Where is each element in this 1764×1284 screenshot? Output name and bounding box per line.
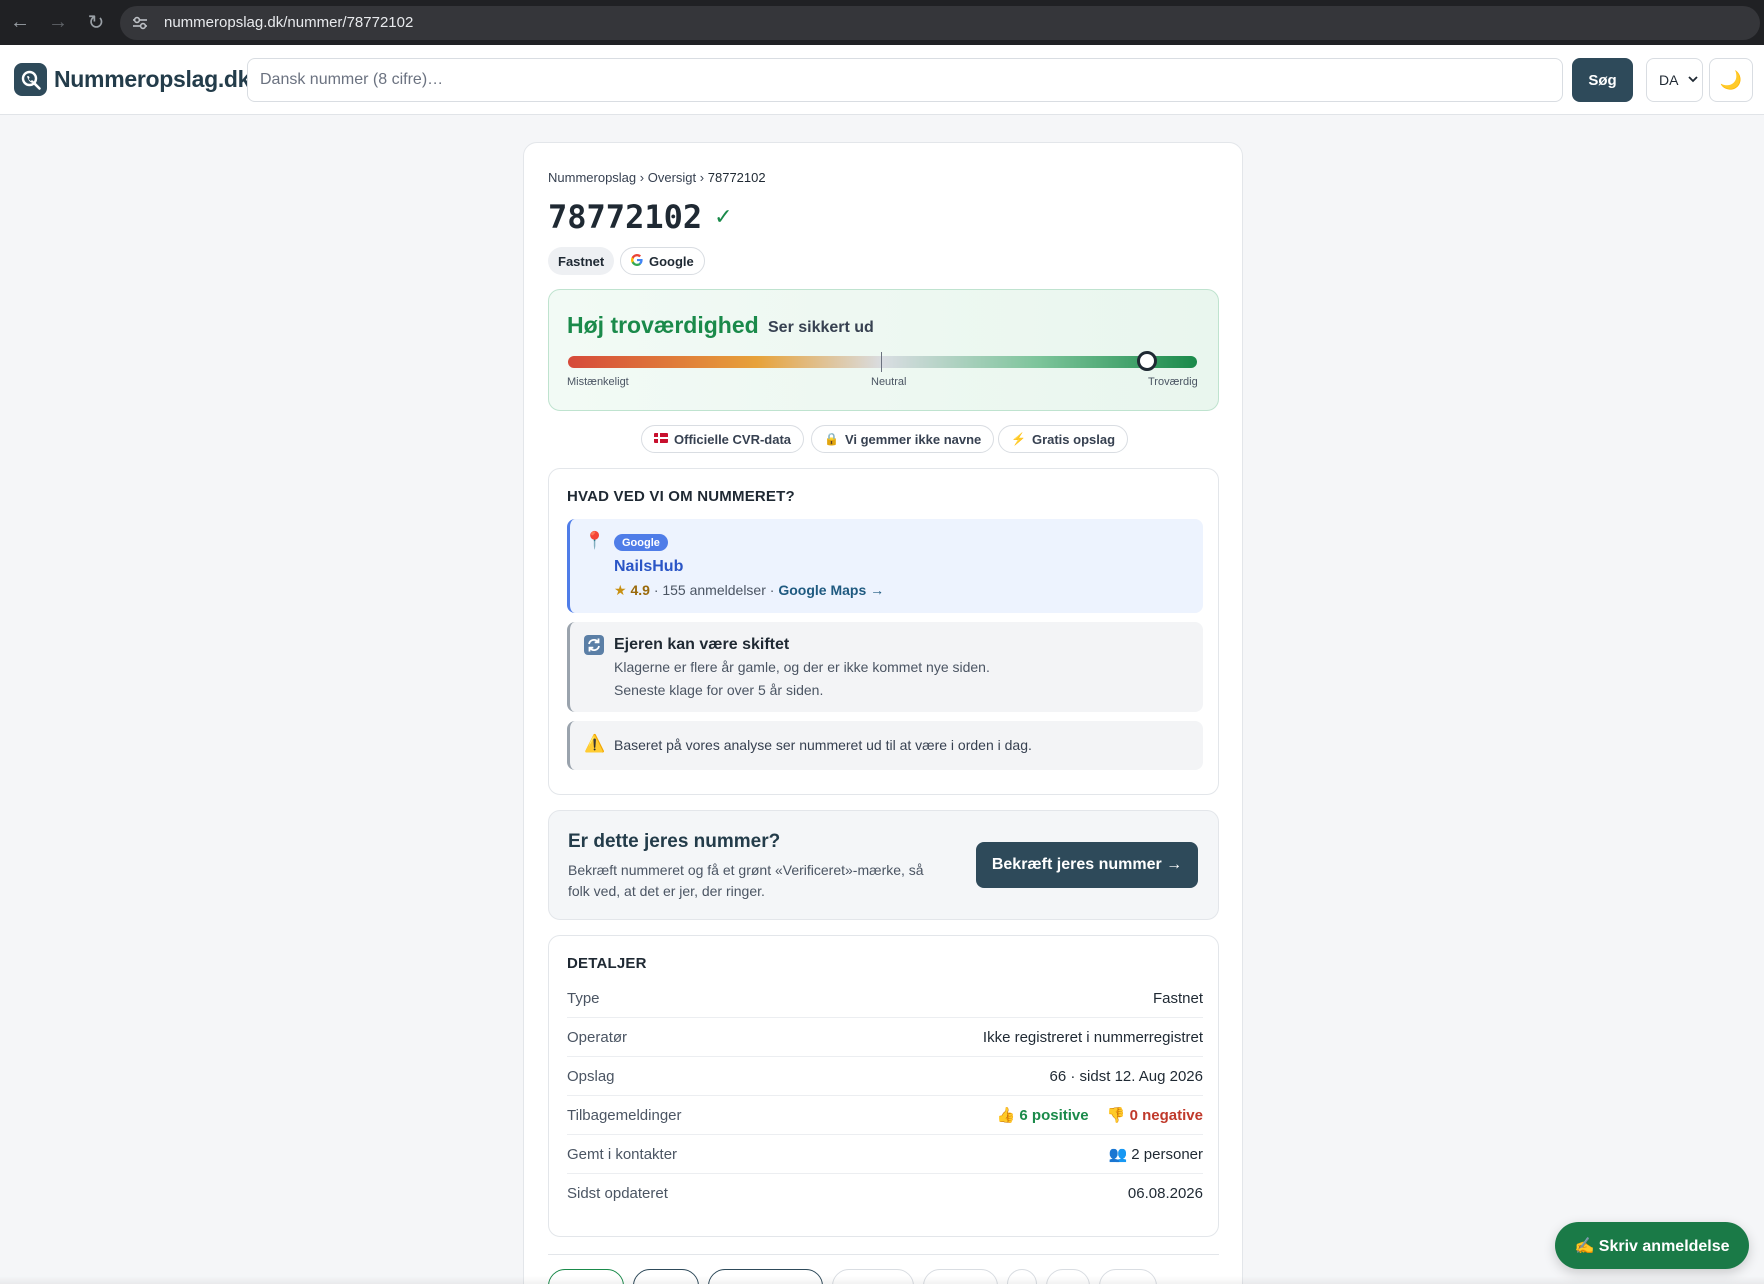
badge-privacy: 🔒 Vi gemmer ikke navne (811, 425, 995, 453)
detail-row-type: Type Fastnet (567, 979, 1203, 1018)
owner-changed-box: Ejeren kan være skiftet Klagerne er fler… (567, 622, 1203, 712)
analysis-note: Baseret på vores analyse ser nummeret ud… (614, 737, 1032, 753)
language-value: DA (1659, 72, 1679, 88)
meter-label-trustworthy: Troværdig (1148, 376, 1198, 388)
lightning-icon: ⚡ (1011, 432, 1026, 446)
site-header: Nummeropslag.dk Søg DA 🌙 (0, 45, 1764, 115)
review-count: · 155 anmeldelser · (653, 582, 775, 598)
section-divider (548, 1254, 1219, 1255)
breadcrumb-overview[interactable]: Oversigt (648, 170, 696, 185)
warning-icon: ⚠️ (584, 734, 606, 753)
chevron-down-icon (1688, 74, 1699, 86)
write-review-button[interactable]: ✍️ Skriv anmeldelse (1555, 1222, 1749, 1269)
claim-number-box: Er dette jeres nummer? Bekræft nummeret … (548, 810, 1219, 920)
reload-icon[interactable]: ↻ (78, 5, 114, 41)
page-fade (0, 1276, 1764, 1284)
confirm-number-button[interactable]: Bekræft jeres nummer → (976, 842, 1198, 888)
site-settings-icon[interactable] (132, 16, 150, 30)
info-section: HVAD VED VI OM NUMMERET? 📍 Google NailsH… (548, 468, 1219, 795)
badge-free-label: Gratis opslag (1031, 431, 1116, 447)
google-chip: Google (620, 247, 705, 275)
badge-privacy-label: Vi gemmer ikke navne (844, 431, 982, 447)
back-icon[interactable]: ← (2, 5, 38, 41)
details-section: DETALJER Type Fastnet Operatør Ikke regi… (548, 935, 1219, 1237)
feedback-values: 👍 6 positive 👎 0 negative (997, 1106, 1203, 1124)
analysis-note-box: ⚠️ Baseret på vores analyse ser nummeret… (567, 721, 1203, 770)
owner-line-1: Klagerne er flere år gamle, og der er ik… (614, 659, 990, 675)
logo-text: Nummeropslag.dk (54, 66, 251, 92)
phone-number: 78772102 (548, 198, 703, 236)
owner-line-2: Seneste klage for over 5 år siden. (614, 682, 824, 698)
refresh-icon (584, 635, 604, 660)
moon-icon: 🌙 (1719, 69, 1743, 90)
breadcrumb-home[interactable]: Nummeropslag (548, 170, 636, 185)
detail-value: Fastnet (1152, 989, 1203, 1007)
detail-key: Gemt i kontakter (567, 1145, 678, 1163)
detail-key: Opslag (567, 1067, 615, 1085)
number-search-input[interactable] (247, 58, 1563, 102)
meter-knob (1136, 351, 1157, 371)
detail-value: 66 · sidst 12. Aug 2026 (1049, 1067, 1203, 1085)
language-select[interactable]: DA (1646, 58, 1703, 102)
star-icon: ★ (614, 582, 627, 598)
badge-cvr-label: Officielle CVR-data (674, 431, 792, 447)
google-rating-line: ★ 4.9 · 155 anmeldelser · Google Maps → (614, 582, 884, 599)
google-listing-box: 📍 Google NailsHub ★ 4.9 · 155 anmeldelse… (567, 519, 1203, 613)
positive-feedback: 👍 6 positive (996, 1107, 1089, 1124)
search-button[interactable]: Søg (1572, 58, 1633, 102)
verified-check-icon: ✓ (714, 204, 733, 230)
google-chip-label: Google (649, 253, 694, 269)
trust-panel: Høj troværdighed Ser sikkert ud Mistænke… (548, 289, 1219, 411)
detail-value: 06.08.2026 (1127, 1185, 1203, 1202)
address-bar[interactable]: nummeropslag.dk/nummer/78772102 (120, 5, 1760, 40)
badge-free: ⚡ Gratis opslag (998, 425, 1129, 453)
claim-text: Bekræft nummeret og få et grønt «Verific… (568, 862, 924, 899)
google-icon (631, 253, 643, 269)
breadcrumb-separator: › (639, 170, 645, 185)
detail-row-feedback: Tilbagemeldinger 👍 6 positive 👎 0 negati… (567, 1096, 1203, 1135)
type-chip: Fastnet (548, 247, 615, 275)
claim-title: Er dette jeres nummer? (568, 831, 781, 852)
lock-icon: 🔒 (824, 432, 839, 446)
meter-label-suspicious: Mistænkeligt (567, 376, 629, 388)
flag-dk-icon (654, 432, 668, 446)
business-name[interactable]: NailsHub (614, 558, 683, 576)
theme-toggle-button[interactable]: 🌙 (1709, 58, 1753, 102)
meter-label-neutral: Neutral (871, 376, 907, 388)
google-maps-link[interactable]: Google Maps → (778, 582, 884, 598)
url-text: nummeropslag.dk/nummer/78772102 (164, 14, 414, 31)
detail-key: Sidst opdateret (567, 1185, 668, 1202)
magnifier-logo-icon (14, 63, 47, 96)
trust-title: Høj troværdighed (567, 312, 759, 338)
trust-meter (568, 351, 1197, 372)
map-pin-icon: 📍 (584, 531, 606, 550)
badge-cvr: Officielle CVR-data (641, 425, 805, 453)
info-section-title: HVAD VED VI OM NUMMERET? (567, 488, 795, 505)
number-card: Nummeropslag › Oversigt › 78772102 78772… (523, 142, 1243, 1284)
detail-row-contacts: Gemt i kontakter 👥 2 personer (567, 1135, 1203, 1174)
owner-title: Ejeren kan være skiftet (614, 636, 790, 653)
breadcrumb: Nummeropslag › Oversigt › 78772102 (548, 170, 766, 185)
details-title: DETALJER (567, 955, 647, 972)
detail-row-updated: Sidst opdateret 06.08.2026 (567, 1174, 1203, 1213)
browser-toolbar: ← → ↻ nummeropslag.dk/nummer/78772102 (0, 0, 1764, 45)
detail-key: Type (567, 989, 600, 1007)
detail-key: Tilbagemeldinger (567, 1106, 682, 1124)
breadcrumb-current: 78772102 (707, 170, 766, 185)
detail-value: 👥 2 personer (1108, 1146, 1203, 1163)
google-tag: Google (614, 534, 668, 551)
detail-value: Ikke registreret i nummerregistret (982, 1028, 1203, 1046)
page-title: 78772102 ✓ (548, 198, 733, 236)
detail-key: Operatør (567, 1028, 628, 1046)
trust-subtitle: Ser sikkert ud (768, 319, 874, 336)
negative-feedback: 👎 0 negative (1106, 1107, 1203, 1124)
forward-icon[interactable]: → (40, 5, 76, 41)
rating-value: 4.9 (630, 582, 650, 598)
detail-row-operator: Operatør Ikke registreret i nummerregist… (567, 1018, 1203, 1057)
site-logo[interactable]: Nummeropslag.dk (14, 63, 250, 96)
breadcrumb-separator: › (699, 170, 705, 185)
detail-row-lookups: Opslag 66 · sidst 12. Aug 2026 (567, 1057, 1203, 1096)
meter-neutral-marker (881, 352, 882, 372)
